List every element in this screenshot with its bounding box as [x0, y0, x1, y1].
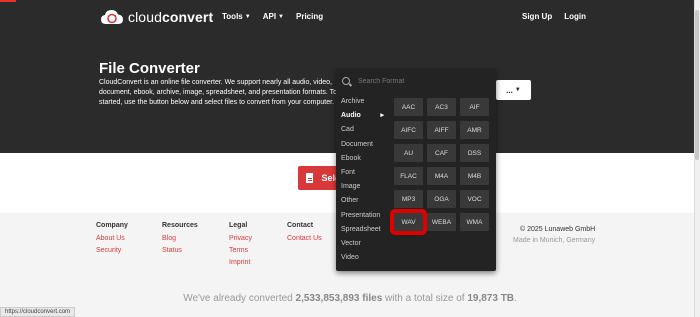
blog-link[interactable]: Blog: [162, 234, 198, 243]
nav-pricing[interactable]: Pricing: [296, 12, 323, 21]
page-title: File Converter: [99, 60, 200, 77]
format-button[interactable]: AIFF: [427, 121, 456, 139]
chevron-down-icon: ▼: [278, 13, 284, 20]
category-vector[interactable]: Vector: [336, 237, 388, 251]
conversion-stats: We've already converted 2,533,853,893 fi…: [183, 293, 517, 304]
format-button[interactable]: AIFC: [394, 121, 423, 139]
format-button[interactable]: WEBA: [427, 213, 456, 231]
nav-tools[interactable]: Tools ▼: [222, 12, 251, 21]
sign-up-link[interactable]: Sign Up: [522, 12, 552, 21]
auth-links: Sign Up Login: [522, 12, 586, 21]
cloud-logo-icon: [101, 10, 123, 24]
footer-heading: Resources: [162, 222, 198, 229]
select-file-button[interactable]: Sele: [298, 166, 340, 190]
more-formats-button[interactable]: ... ▼: [496, 80, 531, 100]
file-icon: [306, 173, 314, 183]
format-button[interactable]: AU: [394, 144, 423, 162]
format-button[interactable]: OGA: [427, 190, 456, 208]
format-dropdown: Archive Audio▸ Cad Document Ebook Font I…: [336, 69, 496, 271]
hero-description: CloudConvert is an online file converter…: [99, 79, 349, 106]
login-link[interactable]: Login: [564, 12, 586, 21]
contact-us-link[interactable]: Contact Us: [287, 234, 322, 243]
browser-status-bar: https://cloudconvert.com: [0, 307, 76, 317]
scrollbar-thumb[interactable]: [695, 10, 699, 160]
chevron-down-icon: ▼: [514, 87, 521, 93]
category-document[interactable]: Document: [336, 138, 388, 152]
format-button[interactable]: MP3: [394, 190, 423, 208]
format-search: [342, 77, 478, 85]
category-cad[interactable]: Cad: [336, 123, 388, 137]
search-format-input[interactable]: [358, 77, 478, 85]
chevron-down-icon: ▼: [244, 13, 251, 20]
footer-heading: Legal: [229, 222, 248, 229]
category-ebook[interactable]: Ebook: [336, 152, 388, 166]
footer-col-legal: Legal Privacy Terms Imprint: [229, 222, 252, 270]
format-button-wav[interactable]: WAV: [390, 209, 427, 235]
chevron-right-icon: ▸: [380, 112, 384, 120]
footer-col-resources: Resources Blog Status: [162, 222, 198, 258]
logo-text: cloudconvert: [128, 9, 214, 25]
footer-col-company: Company About Us Security: [96, 222, 128, 258]
security-link[interactable]: Security: [96, 246, 128, 255]
category-other[interactable]: Other: [336, 194, 388, 208]
format-grid: AAC AC3 AIF AIFC AIFF AMR AU CAF DSS FLA…: [390, 98, 489, 235]
made-in: Made in Munich, Germany: [513, 237, 596, 244]
main-nav: Tools ▼ API ▼ Pricing: [222, 12, 323, 21]
format-button[interactable]: WMA: [460, 213, 489, 231]
format-button[interactable]: AIF: [460, 98, 489, 116]
privacy-link[interactable]: Privacy: [229, 234, 252, 243]
terms-link[interactable]: Terms: [229, 246, 252, 255]
search-icon: [342, 77, 350, 85]
category-presentation[interactable]: Presentation: [336, 209, 388, 223]
format-button[interactable]: M4B: [460, 167, 489, 185]
top-accent-strip: [0, 0, 16, 2]
category-video[interactable]: Video: [336, 251, 388, 265]
imprint-link[interactable]: Imprint: [229, 258, 252, 267]
copyright: © 2025 Lunaweb GmbH: [520, 226, 596, 233]
format-button[interactable]: FLAC: [394, 167, 423, 185]
format-button[interactable]: CAF: [427, 144, 456, 162]
format-button[interactable]: AAC: [394, 98, 423, 116]
footer-col-contact: Contact Contact Us: [287, 222, 322, 246]
logo[interactable]: cloudconvert: [100, 8, 213, 26]
footer-heading: Company: [96, 222, 128, 229]
format-button[interactable]: AMR: [460, 121, 489, 139]
nav-api[interactable]: API ▼: [263, 12, 284, 21]
scrollbar[interactable]: [694, 0, 700, 317]
format-button[interactable]: VOC: [460, 190, 489, 208]
status-link[interactable]: Status: [162, 246, 198, 255]
category-image[interactable]: Image: [336, 180, 388, 194]
about-us-link[interactable]: About Us: [96, 234, 128, 243]
footer-heading: Contact: [287, 222, 314, 229]
format-button[interactable]: AC3: [427, 98, 456, 116]
format-button[interactable]: M4A: [427, 167, 456, 185]
category-spreadsheet[interactable]: Spreadsheet: [336, 223, 388, 237]
category-archive[interactable]: Archive: [336, 95, 388, 109]
category-audio[interactable]: Audio ▸: [336, 109, 388, 123]
category-list: Archive Audio ▸ Cad Document Ebook Font I…: [336, 95, 388, 265]
format-button[interactable]: DSS: [460, 144, 489, 162]
category-font[interactable]: Font: [336, 166, 388, 180]
